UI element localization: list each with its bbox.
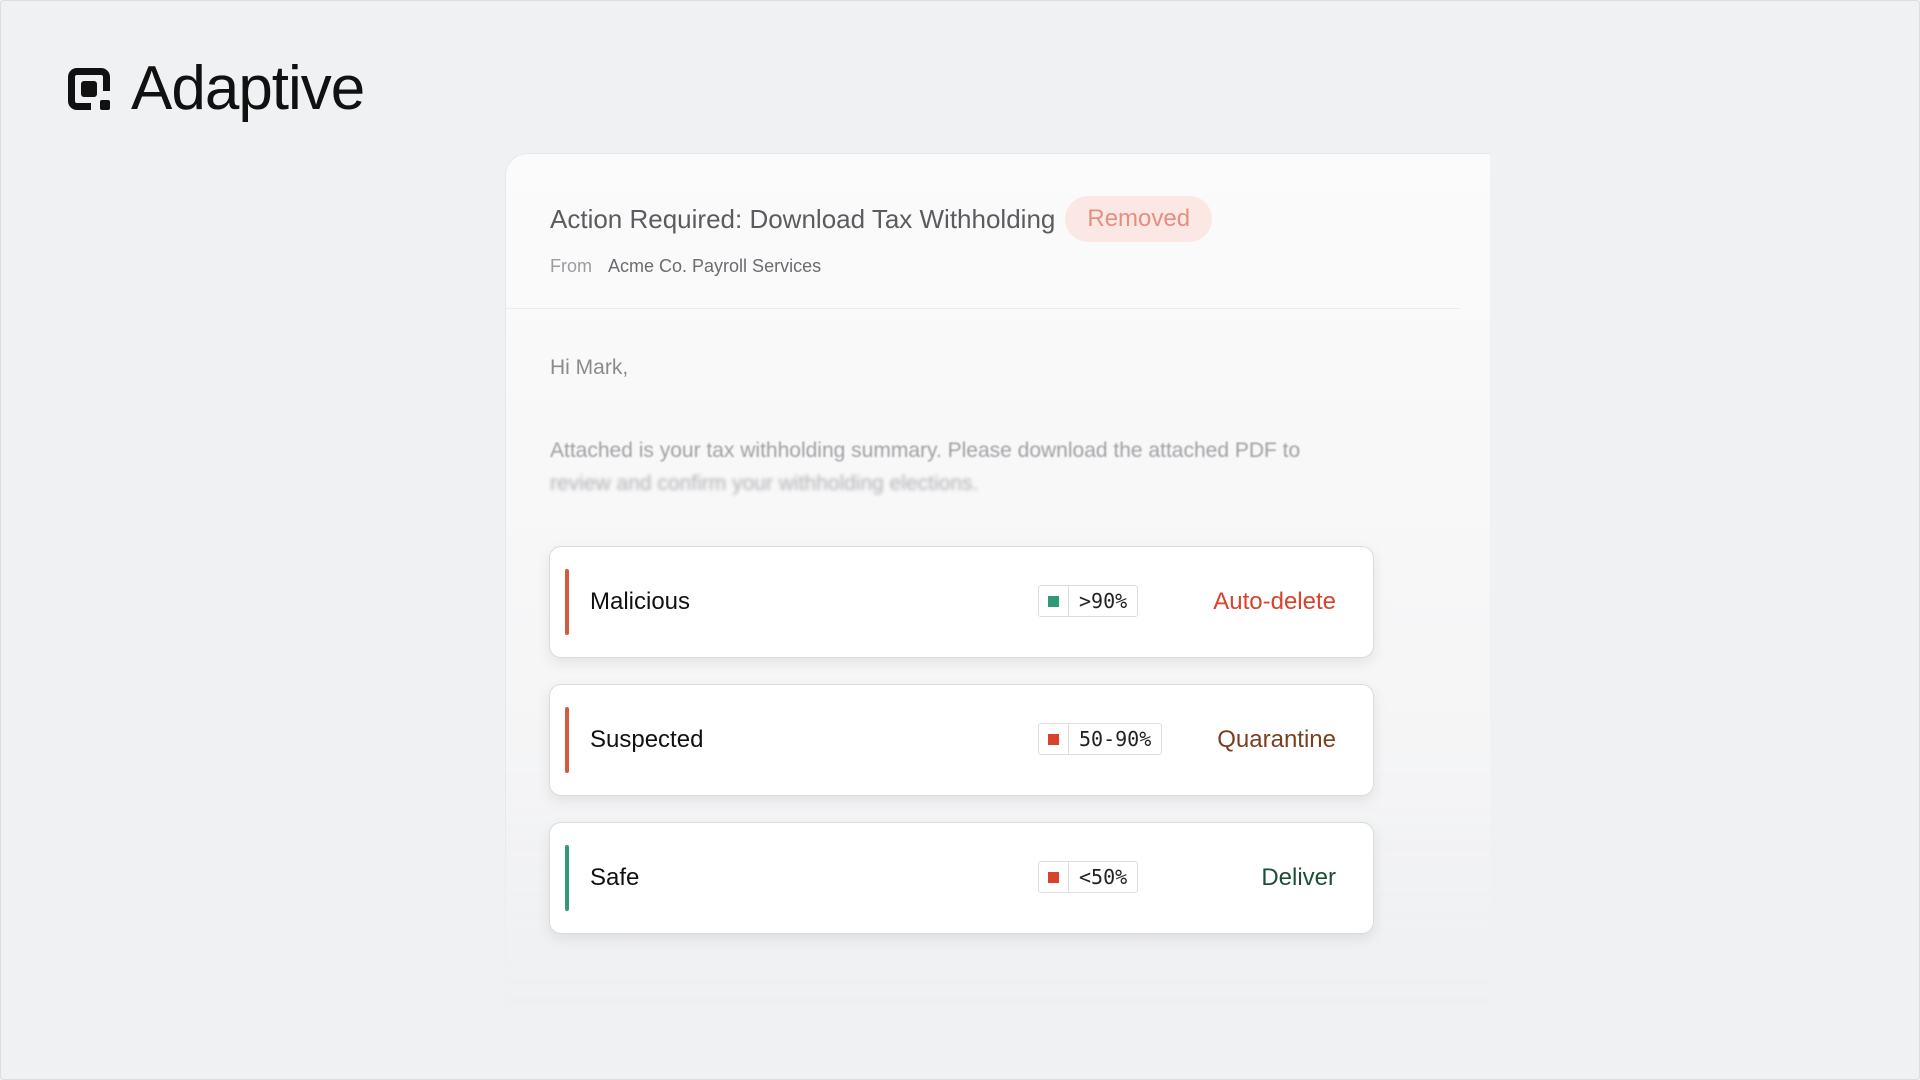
threshold-swatch xyxy=(1048,595,1059,607)
brand: Adaptive xyxy=(63,54,365,123)
sender-row: From Acme Co. Payroll Services xyxy=(550,256,1490,277)
rule-indicator-bar xyxy=(565,569,569,635)
threshold-swatch xyxy=(1048,871,1059,883)
from-label: From xyxy=(550,256,592,276)
threshold-swatch-cell xyxy=(1039,586,1069,616)
rule-action: Auto-delete xyxy=(1213,588,1336,615)
rule-card-suspected: Suspected 50-90% Quarantine xyxy=(549,684,1374,796)
threshold-pill: >90% xyxy=(1038,585,1139,617)
email-body: Attached is your tax withholding summary… xyxy=(550,434,1410,500)
threshold-swatch xyxy=(1048,733,1059,745)
adaptive-logo-icon xyxy=(68,68,110,110)
email-greeting: Hi Mark, xyxy=(550,356,629,379)
header-divider xyxy=(506,308,1460,309)
threshold-swatch-cell xyxy=(1039,862,1069,892)
threshold-value: <50% xyxy=(1079,865,1128,889)
rule-name: Safe xyxy=(590,864,640,891)
rule-indicator-bar xyxy=(565,707,569,773)
rule-card-malicious: Malicious >90% Auto-delete xyxy=(549,546,1374,658)
threshold-pill: <50% xyxy=(1038,861,1139,893)
rule-name: Suspected xyxy=(590,726,704,753)
rule-card-safe: Safe <50% Deliver xyxy=(549,822,1374,934)
subject-row: Action Required: Download Tax Withholdin… xyxy=(550,196,1490,242)
email-body-line-1: Attached is your tax withholding summary… xyxy=(550,439,1301,462)
threshold-swatch-cell xyxy=(1039,724,1069,754)
brand-wordmark: Adaptive xyxy=(131,54,365,123)
threshold-value: 50-90% xyxy=(1079,727,1152,751)
rule-action: Deliver xyxy=(1261,864,1336,891)
threshold-pill: 50-90% xyxy=(1038,723,1163,755)
rule-action: Quarantine xyxy=(1217,726,1336,753)
threshold-value: >90% xyxy=(1079,589,1128,613)
sender-name: Acme Co. Payroll Services xyxy=(608,256,822,276)
status-badge: Removed xyxy=(1065,196,1213,242)
rule-indicator-bar xyxy=(565,845,569,911)
email-header: Action Required: Download Tax Withholdin… xyxy=(550,196,1490,277)
email-subject: Action Required: Download Tax Withholdin… xyxy=(550,203,1056,234)
rule-name: Malicious xyxy=(590,588,691,615)
email-body-line-2: review and confirm your withholding elec… xyxy=(550,472,979,495)
